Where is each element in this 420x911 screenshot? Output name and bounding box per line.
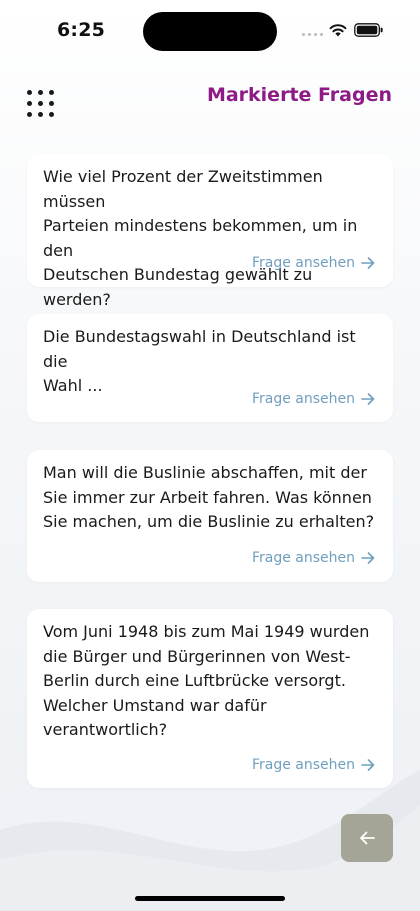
dynamic-island: [143, 12, 277, 51]
view-question-label: Frage ansehen: [251, 391, 355, 407]
home-indicator: [135, 896, 285, 901]
status-time: 6:25: [57, 19, 106, 41]
arrow-right-icon: [361, 759, 375, 771]
question-text: Man will die Buslinie abschaffen, mit de…: [43, 463, 375, 531]
view-question-link[interactable]: Frage ansehen: [252, 391, 375, 407]
cellular-icon: [302, 33, 323, 36]
arrow-right-icon: [361, 257, 375, 269]
question-text: Wie viel Prozent der Zweitstimmen müssen…: [43, 167, 358, 309]
view-question-label: Frage ansehen: [251, 550, 355, 566]
question-card: Wie viel Prozent der Zweitstimmen müssen…: [27, 154, 393, 309]
question-text: Die Bundestagswahl in Deutschland ist di…: [43, 327, 356, 395]
page-title: Markierte Fragen: [206, 84, 392, 106]
question-text: Vom Juni 1948 bis zum Mai 1949 wurden di…: [43, 622, 370, 739]
back-button[interactable]: [341, 814, 393, 862]
arrow-right-icon: [361, 393, 375, 405]
question-card: Vom Juni 1948 bis zum Mai 1949 wurden di…: [27, 609, 393, 788]
view-question-link[interactable]: Frage ansehen: [252, 550, 375, 566]
status-bar: 6:25: [0, 0, 420, 64]
wifi-icon: [329, 24, 347, 37]
view-question-link[interactable]: Frage ansehen: [252, 255, 375, 271]
view-question-label: Frage ansehen: [251, 255, 355, 271]
arrow-right-icon: [361, 552, 375, 564]
battery-icon: [354, 23, 383, 37]
view-question-label: Frage ansehen: [251, 757, 355, 773]
question-card: Man will die Buslinie abschaffen, mit de…: [27, 450, 393, 582]
arrow-left-icon: [360, 831, 375, 845]
question-card: Die Bundestagswahl in Deutschland ist di…: [27, 314, 393, 422]
view-question-link[interactable]: Frage ansehen: [252, 757, 375, 773]
grid-menu-icon[interactable]: [27, 90, 55, 118]
